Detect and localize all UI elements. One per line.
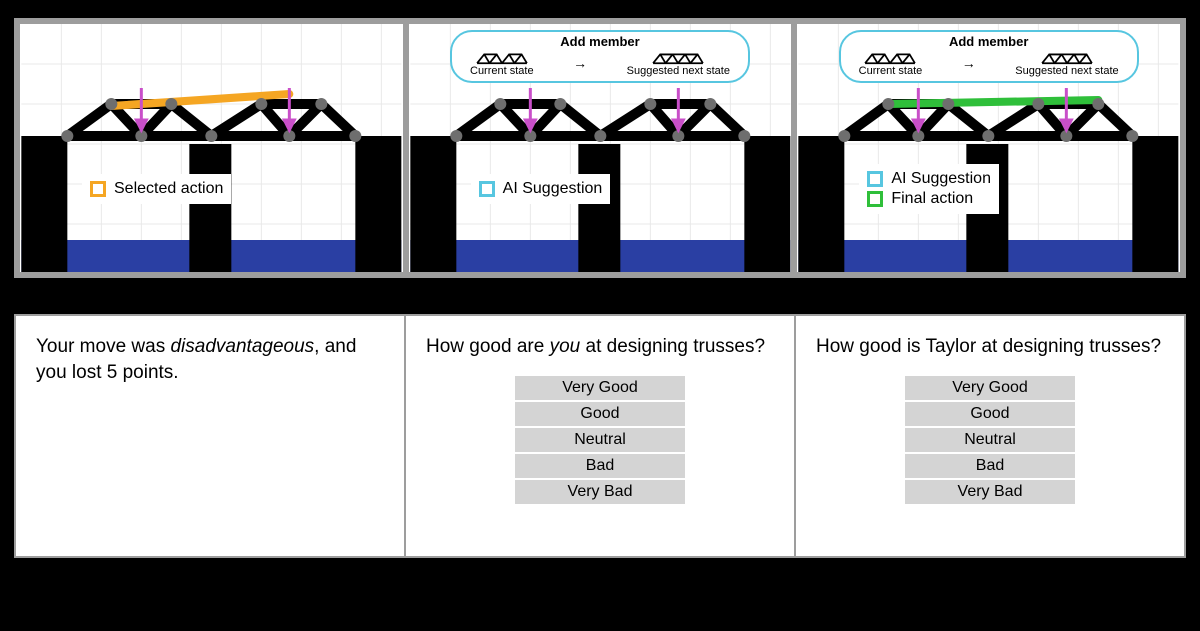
legend-item: Selected action: [90, 180, 223, 198]
self-rating-prompt: How good are you at designing trusses?: [426, 334, 774, 360]
legend-swatch-icon: [479, 181, 495, 197]
panel-selected-action: Selected action: [20, 24, 403, 272]
legend-1: Selected action: [82, 174, 231, 204]
feedback-pre: Your move was: [36, 336, 170, 357]
panel-final-action: Add member Current state: [797, 24, 1180, 272]
bubble-title: Add member: [859, 34, 1119, 49]
feedback-panel: Your move was disadvantageous, and you l…: [16, 316, 404, 556]
figure-stage: Selected action: [0, 0, 1200, 631]
bubble-title: Add member: [470, 34, 730, 49]
rating-option[interactable]: Neutral: [905, 428, 1075, 452]
legend-2: AI Suggestion: [471, 174, 611, 204]
rating-option[interactable]: Very Bad: [515, 480, 685, 504]
legend-item: AI Suggestion: [867, 170, 991, 188]
legend-item: AI Suggestion: [479, 180, 603, 198]
prompt-pre: How good are: [426, 336, 550, 357]
rating-option[interactable]: Bad: [905, 454, 1075, 478]
legend-label: Final action: [891, 190, 973, 208]
current-state-label: Current state: [859, 65, 923, 77]
legend-3: AI Suggestion Final action: [859, 164, 999, 214]
other-rating-options: Very Good Good Neutral Bad Very Bad: [816, 376, 1164, 504]
suggested-state-label: Suggested next state: [627, 65, 730, 77]
feedback-message: Your move was disadvantageous, and you l…: [36, 334, 384, 385]
legend-swatch-icon: [867, 171, 883, 187]
current-state-label: Current state: [470, 65, 534, 77]
self-rating-panel: How good are you at designing trusses? V…: [406, 316, 794, 556]
rating-option[interactable]: Good: [905, 402, 1075, 426]
legend-swatch-icon: [867, 191, 883, 207]
mini-truss-suggested-icon: [1038, 49, 1096, 65]
suggested-state-label: Suggested next state: [1015, 65, 1118, 77]
prompt-post: at designing trusses?: [580, 336, 765, 357]
mini-truss-current-icon: [861, 49, 919, 65]
legend-item: Final action: [867, 190, 991, 208]
truss-scene-1: [20, 24, 403, 272]
legend-label: Selected action: [114, 180, 223, 198]
arrow-right-icon: →: [962, 56, 976, 70]
mini-truss-current-icon: [473, 49, 531, 65]
mini-truss-suggested-icon: [649, 49, 707, 65]
other-rating-panel: How good is Taylor at designing trusses?…: [796, 316, 1184, 556]
legend-label: AI Suggestion: [503, 180, 603, 198]
arrow-right-icon: →: [573, 56, 587, 70]
prompt-emph: you: [550, 336, 581, 357]
rating-option[interactable]: Bad: [515, 454, 685, 478]
rating-option[interactable]: Very Bad: [905, 480, 1075, 504]
feedback-emph: disadvantageous: [170, 336, 314, 357]
panel-ai-suggestion: Add member Current state: [409, 24, 792, 272]
legend-label: AI Suggestion: [891, 170, 991, 188]
rating-option[interactable]: Neutral: [515, 428, 685, 452]
rating-option[interactable]: Very Good: [905, 376, 1075, 400]
legend-swatch-icon: [90, 181, 106, 197]
top-row: Selected action: [14, 18, 1186, 278]
ai-suggestion-bubble: Add member Current state: [839, 30, 1139, 83]
rating-option[interactable]: Good: [515, 402, 685, 426]
rating-option[interactable]: Very Good: [515, 376, 685, 400]
self-rating-options: Very Good Good Neutral Bad Very Bad: [426, 376, 774, 504]
other-rating-prompt: How good is Taylor at designing trusses?: [816, 334, 1164, 360]
bottom-row: Your move was disadvantageous, and you l…: [14, 314, 1186, 558]
ai-suggestion-bubble: Add member Current state: [450, 30, 750, 83]
